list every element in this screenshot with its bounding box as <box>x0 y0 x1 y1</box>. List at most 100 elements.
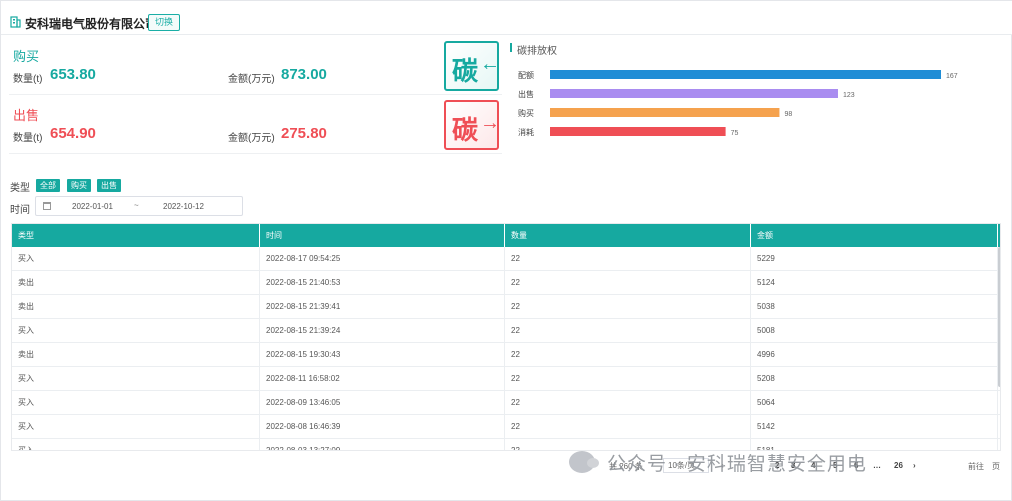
column-header-amount[interactable]: 金额 <box>751 224 998 247</box>
cell-type: 卖出 <box>12 295 260 319</box>
table-row[interactable]: 买入 2022-08-08 16:46:39 22 5142 <box>12 415 1000 439</box>
column-header-quantity[interactable]: 数量 <box>505 224 751 247</box>
table-row[interactable]: 买入 2022-08-15 21:39:24 22 5008 <box>12 319 1000 343</box>
bar-label-3: 消耗 <box>518 127 534 137</box>
cell-amount: 5008 <box>751 319 998 343</box>
cell-time: 2022-08-15 21:39:41 <box>260 295 505 319</box>
sell-qty-label: 数量(t) <box>13 133 43 144</box>
wechat-watermark: 公众号 · 安科瑞智慧安全用电 <box>569 448 867 476</box>
table-row[interactable]: 买入 2022-08-11 16:58:02 22 5208 <box>12 367 1000 391</box>
cell-quantity: 22 <box>505 319 751 343</box>
carbon-sell-icon: 碳 → <box>444 100 500 150</box>
cell-type: 买入 <box>12 415 260 439</box>
cell-amount: 5142 <box>751 415 998 439</box>
date-start[interactable]: 2022-01-01 <box>72 202 113 211</box>
date-range-picker[interactable]: 2022-01-01 ~ 2022-10-12 <box>35 196 243 216</box>
date-end[interactable]: 2022-10-12 <box>163 202 204 211</box>
buy-amount-label: 金额(万元) <box>228 74 275 85</box>
carbon-emission-chart: 配额 167 出售 123 购买 98 消耗 75 <box>518 70 958 137</box>
cell-quantity: 22 <box>505 247 751 271</box>
sell-amount-value: 275.80 <box>281 125 327 142</box>
cell-quantity: 22 <box>505 391 751 415</box>
bar-0[interactable] <box>550 70 941 79</box>
table-row[interactable]: 卖出 2022-08-15 21:39:41 22 5038 <box>12 295 1000 319</box>
cell-type: 买入 <box>12 247 260 271</box>
page-ellipsis[interactable]: … <box>873 461 881 470</box>
transaction-table: 类型 时间 数量 金额 买入 2022-08-17 09:54:25 22 5229 卖… <box>11 223 1001 451</box>
cell-time: 2022-08-08 16:46:39 <box>260 415 505 439</box>
arrow-right-icon: → <box>480 112 500 134</box>
pagination-goto[interactable]: 前往 <box>968 461 984 472</box>
table-body: 买入 2022-08-17 09:54:25 22 5229 卖出 2022-08-15 … <box>12 247 1000 450</box>
table-row[interactable]: 卖出 2022-08-15 19:30:43 22 4996 <box>12 343 1000 367</box>
cell-type: 买入 <box>12 391 260 415</box>
bar-label-0: 配额 <box>518 70 534 80</box>
table-header: 类型 时间 数量 金额 <box>12 224 1000 247</box>
filter-chip-all[interactable]: 全部 <box>36 179 60 192</box>
carbon-sell-char: 碳 <box>452 116 479 146</box>
arrow-left-icon: ← <box>480 53 500 75</box>
table-scrollbar[interactable] <box>998 247 1000 387</box>
cell-amount: 5064 <box>751 391 998 415</box>
cell-type: 买入 <box>12 319 260 343</box>
cell-time: 2022-08-03 13:27:09 <box>260 439 505 450</box>
calendar-icon <box>43 202 51 210</box>
cell-time: 2022-08-17 09:54:25 <box>260 247 505 271</box>
cell-time: 2022-08-15 21:40:53 <box>260 271 505 295</box>
chart-title-accent <box>510 43 512 52</box>
chart-title: 碳排放权 <box>517 46 557 57</box>
table-row[interactable]: 买入 2022-08-09 13:46:05 22 5064 <box>12 391 1000 415</box>
cell-time: 2022-08-11 16:58:02 <box>260 367 505 391</box>
cell-type: 卖出 <box>12 271 260 295</box>
cell-quantity: 22 <box>505 295 751 319</box>
table-row[interactable]: 卖出 2022-08-15 21:40:53 22 5124 <box>12 271 1000 295</box>
type-filter-label: 类型 <box>10 183 30 194</box>
bar-value-2: 98 <box>784 111 792 118</box>
bar-label-2: 购买 <box>518 108 534 118</box>
time-filter-label: 时间 <box>10 205 30 216</box>
bar-2[interactable] <box>550 108 780 117</box>
cell-amount: 5038 <box>751 295 998 319</box>
table-row[interactable]: 买入 2022-08-17 09:54:25 22 5229 <box>12 247 1000 271</box>
cell-time: 2022-08-15 21:39:24 <box>260 319 505 343</box>
column-header-type[interactable]: 类型 <box>12 224 260 247</box>
page-26[interactable]: 26 <box>894 461 903 470</box>
date-separator: ~ <box>134 201 139 210</box>
bar-value-0: 167 <box>946 73 958 80</box>
company-name: 安科瑞电气股份有限公司 <box>25 17 158 31</box>
bar-label-1: 出售 <box>518 89 534 99</box>
building-icon <box>10 16 21 28</box>
cell-amount: 5124 <box>751 271 998 295</box>
cell-quantity: 22 <box>505 343 751 367</box>
cell-quantity: 22 <box>505 415 751 439</box>
cell-amount: 5229 <box>751 247 998 271</box>
carbon-buy-icon: 碳 ← <box>444 41 500 91</box>
switch-company-button[interactable]: 切换 <box>148 14 181 31</box>
filter-chip-buy[interactable]: 购买 <box>67 179 91 192</box>
bar-value-1: 123 <box>843 92 855 99</box>
sell-summary-card: 出售 数量(t) 654.90 金额(万元) 275.80 <box>9 97 502 154</box>
sell-qty-value: 654.90 <box>50 125 96 142</box>
watermark-text: 公众号 · 安科瑞智慧安全用电 <box>607 453 867 475</box>
column-header-time[interactable]: 时间 <box>260 224 505 247</box>
bar-1[interactable] <box>550 89 838 98</box>
buy-title: 购买 <box>13 49 40 64</box>
buy-amount-value: 873.00 <box>281 66 327 83</box>
cell-time: 2022-08-09 13:46:05 <box>260 391 505 415</box>
carbon-buy-char: 碳 <box>452 57 479 87</box>
cell-amount: 4996 <box>751 343 998 367</box>
cell-quantity: 22 <box>505 367 751 391</box>
cell-quantity: 22 <box>505 271 751 295</box>
pagination-next[interactable]: › <box>913 461 916 470</box>
cell-time: 2022-08-15 19:30:43 <box>260 343 505 367</box>
cell-type: 买入 <box>12 367 260 391</box>
bar-value-3: 75 <box>731 130 739 137</box>
wechat-logo-icon <box>569 451 599 473</box>
bar-3[interactable] <box>550 127 726 136</box>
page-root: 安科瑞电气股份有限公司 切换 购买 数量(t) 653.80 金额(万元) 87… <box>0 0 1012 501</box>
filter-chip-sell[interactable]: 出售 <box>97 179 121 192</box>
sell-amount-label: 金额(万元) <box>228 133 275 144</box>
buy-qty-label: 数量(t) <box>13 74 43 85</box>
header-bar: 安科瑞电气股份有限公司 切换 <box>1 1 1012 35</box>
cell-amount: 5208 <box>751 367 998 391</box>
